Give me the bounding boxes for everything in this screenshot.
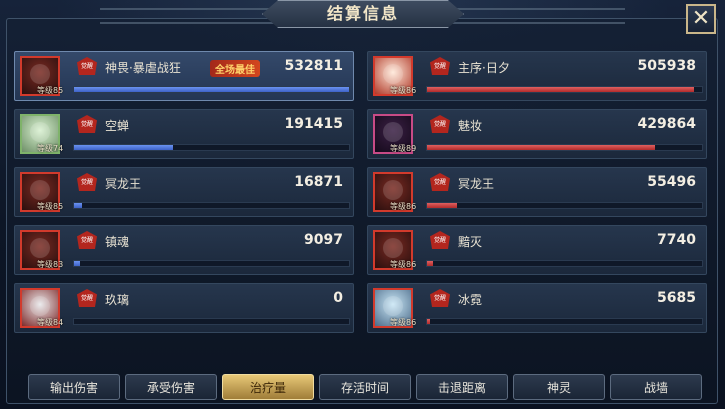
stat-value: 5685 [657,290,696,306]
stat-value: 55496 [647,174,696,190]
close-button[interactable]: ✕ [686,4,716,34]
stat-value: 0 [333,290,343,306]
hero-avatar[interactable]: 等级85 [20,172,64,212]
hero-name: 神畏·暴虐战狂 [105,61,181,75]
stat-bar [73,318,350,325]
tab-damage-dealt[interactable]: 输出伤害 [28,374,120,400]
awaken-badge-icon: 觉醒 [430,231,450,249]
awaken-badge-icon: 觉醒 [430,289,450,307]
awaken-badge-icon: 觉醒 [77,231,97,249]
mvp-badge: 全场最佳 [210,60,260,77]
hero-name: 冰霓 [458,293,483,307]
hero-avatar[interactable]: 等级89 [373,114,417,154]
hero-avatar[interactable]: 等级84 [20,288,64,328]
white-hair-girl-portrait-icon [30,296,50,316]
awaken-badge-icon: 觉醒 [430,173,450,191]
hero-level: 等级85 [37,86,64,95]
stat-bar [73,144,350,151]
stat-value: 191415 [284,116,343,132]
hero-avatar[interactable]: 等级74 [20,114,64,154]
right-row-3: 等级86 觉醒 冥龙王 55496 [367,167,707,217]
stat-value: 7740 [657,232,696,248]
right-row-4: 等级86 觉醒 黯灭 7740 [367,225,707,275]
hero-name: 玖璃 [105,293,130,307]
hero-name: 冥龙王 [105,177,142,191]
stat-value: 16871 [294,174,343,190]
right-row-5: 等级86 觉醒 冰霓 5685 [367,283,707,333]
tab-damage-taken[interactable]: 承受伤害 [125,374,217,400]
stat-bar [426,86,703,93]
hero-name: 主序·日夕 [458,61,510,75]
dragon-king-portrait-icon [30,180,50,200]
right-row-2: 等级89 觉醒 魅妆 429864 [367,109,707,159]
awaken-badge-icon: 觉醒 [77,115,97,133]
red-beast-portrait-icon [383,238,403,258]
hero-name: 镇魂 [105,235,130,249]
left-row-2: 等级74 觉醒 空蝉 191415 [14,109,354,159]
stat-bar-fill [74,87,349,92]
masked-figure-portrait-icon [383,64,403,84]
tab-deity[interactable]: 神灵 [513,374,605,400]
stat-bar [426,318,703,325]
stat-value: 532811 [284,58,343,74]
hero-avatar[interactable]: 等级86 [373,230,417,270]
hero-level: 等级86 [390,202,417,211]
hero-name: 魅妆 [458,119,483,133]
hero-level: 等级86 [390,318,417,327]
green-spirit-portrait-icon [30,122,50,142]
left-row-4: 等级83 觉醒 镇魂 9097 [14,225,354,275]
hero-name: 空蝉 [105,119,130,133]
armored-beast-portrait-icon [30,238,50,258]
awaken-badge-icon: 觉醒 [430,115,450,133]
ice-warrior-portrait-icon [383,296,403,316]
tab-survival-time[interactable]: 存活时间 [319,374,411,400]
left-row-5: 等级84 觉醒 玖璃 0 [14,283,354,333]
stat-bar-fill [74,261,80,266]
page-title: 结算信息 [326,4,399,23]
stat-bar [426,144,703,151]
left-row-1: 等级85 觉醒 神畏·暴虐战狂 全场最佳 532811 [14,51,354,101]
awaken-badge-icon: 觉醒 [77,173,97,191]
hero-level: 等级84 [37,318,64,327]
tab-war-wall[interactable]: 战墙 [610,374,702,400]
hero-level: 等级74 [37,144,64,153]
stat-bar-fill [427,203,458,208]
stat-bar-fill [427,261,433,266]
stat-value: 9097 [304,232,343,248]
hero-avatar[interactable]: 等级83 [20,230,64,270]
purple-dancer-portrait-icon [383,122,403,142]
stat-bar-fill [427,145,656,150]
stat-bar [73,202,350,209]
awaken-badge-icon: 觉醒 [77,57,97,75]
stat-bar [426,202,703,209]
hero-level: 等级86 [390,86,417,95]
hero-level: 等级85 [37,202,64,211]
hero-level: 等级83 [37,260,64,269]
stat-bar-fill [427,319,430,324]
tab-knockback-distance[interactable]: 击退距离 [416,374,508,400]
awaken-badge-icon: 觉醒 [430,57,450,75]
hero-avatar[interactable]: 等级86 [373,172,417,212]
hero-level: 等级86 [390,260,417,269]
hero-name: 冥龙王 [458,177,495,191]
stat-value: 429864 [637,116,696,132]
stat-value: 505938 [637,58,696,74]
hero-avatar[interactable]: 等级86 [373,56,417,96]
awaken-badge-icon: 觉醒 [77,289,97,307]
stat-bar-fill [427,87,694,92]
stat-bar-fill [74,203,83,208]
left-row-3: 等级85 觉醒 冥龙王 16871 [14,167,354,217]
hero-avatar[interactable]: 等级86 [373,288,417,328]
demon-warrior-portrait-icon [30,64,50,84]
hero-avatar[interactable]: 等级85 [20,56,64,96]
stat-bar-fill [74,145,173,150]
hero-name: 黯灭 [458,235,483,249]
stat-bar [73,86,350,93]
hero-level: 等级89 [390,144,417,153]
dragon-king-portrait-icon [383,180,403,200]
stat-bar [73,260,350,267]
stat-bar [426,260,703,267]
right-row-1: 等级86 觉醒 主序·日夕 505938 [367,51,707,101]
tab-healing[interactable]: 治疗量 [222,374,314,400]
